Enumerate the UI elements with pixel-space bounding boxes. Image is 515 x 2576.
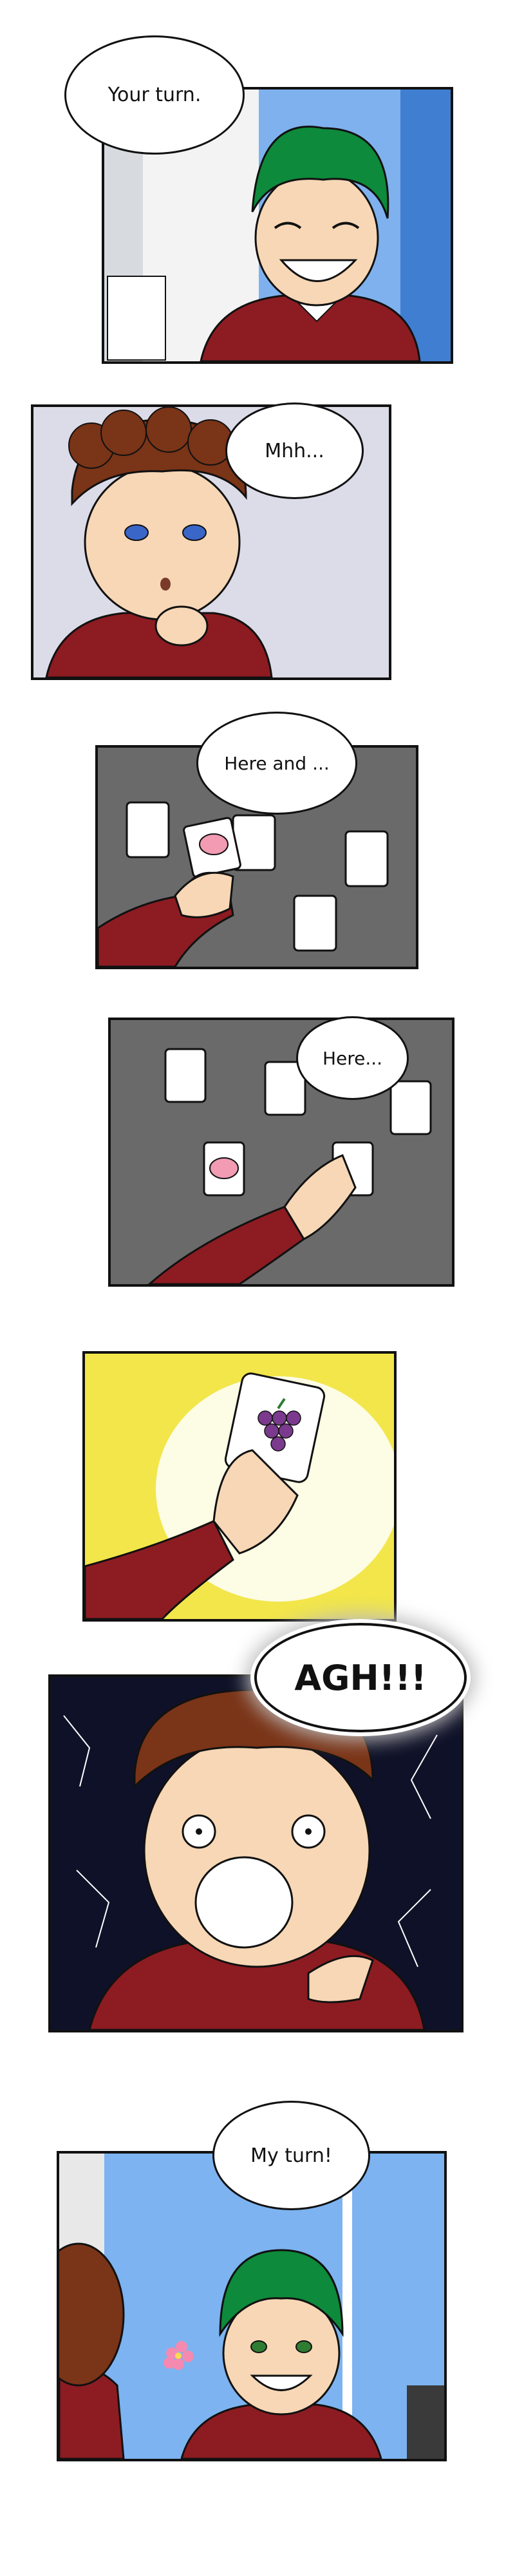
speech-bubble-7: My turn! [212, 2101, 370, 2210]
pig-card-icon [183, 817, 241, 878]
speech-bubble-2: Mhh... [225, 402, 364, 499]
speech-bubble-4: Here... [296, 1016, 409, 1100]
speech-text-1: Your turn. [108, 84, 201, 106]
speech-text-6: AGH!!! [294, 1657, 427, 1698]
panel-5 [82, 1351, 397, 1622]
panel-6-art [63, 1689, 438, 2030]
speech-text-3: Here and ... [224, 752, 330, 774]
pig-card-icon [203, 1141, 245, 1197]
speech-bubble-6: AGH!!! [254, 1623, 467, 1732]
speech-text-4: Here... [322, 1047, 383, 1069]
panel-5-art [85, 1372, 394, 1619]
speech-text-2: Mhh... [265, 439, 324, 462]
speech-text-7: My turn! [250, 2144, 332, 2167]
speech-bubble-3: Here and ... [196, 712, 357, 815]
speech-bubble-1: Your turn. [64, 35, 245, 155]
